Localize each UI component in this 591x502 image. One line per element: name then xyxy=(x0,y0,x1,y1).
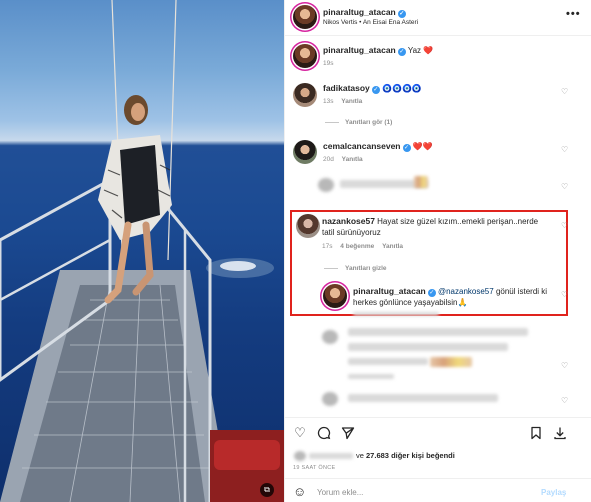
comment-age[interactable]: 17s xyxy=(322,243,332,250)
verified-icon: ✓ xyxy=(371,86,380,94)
blurred-text xyxy=(348,394,498,402)
download-icon[interactable] xyxy=(553,426,567,440)
comment-avatar[interactable] xyxy=(296,214,320,238)
more-icon[interactable]: ••• xyxy=(566,8,581,20)
comment-text: 🧿🧿🧿🧿 xyxy=(382,84,422,93)
blurred-text xyxy=(348,343,508,351)
emoji-icon[interactable]: ☺ xyxy=(293,485,306,499)
comment-meta: 20d Yanıtla xyxy=(323,156,363,163)
blurred-avatar xyxy=(294,451,306,461)
caption-avatar[interactable] xyxy=(293,44,317,68)
comment-text: ❤️❤️ xyxy=(412,142,433,151)
heart-icon[interactable]: ♡ xyxy=(561,362,569,370)
heart-icon[interactable]: ♡ xyxy=(561,222,569,230)
reply-button[interactable]: Yanıtla xyxy=(382,243,403,250)
input-divider xyxy=(284,478,591,479)
reply-button[interactable]: Yanıtla xyxy=(341,98,362,105)
post-viewer: ⧉ pinaraltug_atacan ✓ Nikos Vertis • An E… xyxy=(0,0,591,502)
likes-summary[interactable]: ve 27.683 diğer kişi beğendi xyxy=(356,451,455,460)
comment-input[interactable]: Yorum ekle... xyxy=(317,488,363,497)
blurred-avatar xyxy=(318,178,334,192)
likes-count[interactable]: 27.683 xyxy=(366,451,389,460)
post-time[interactable]: 19 SAAT ÖNCE xyxy=(293,465,336,471)
header-username[interactable]: pinaraltug_atacan ✓ xyxy=(323,7,406,18)
replies-line xyxy=(325,122,339,123)
bookmark-icon[interactable] xyxy=(529,426,543,440)
comment-meta: 13s Yanıtla xyxy=(323,98,362,105)
blurred-avatar xyxy=(322,330,338,344)
comment-age[interactable]: 13s xyxy=(323,98,333,105)
comment-1: fadikatasoy ✓ 🧿🧿🧿🧿 xyxy=(323,83,422,94)
view-replies-button[interactable]: Yanıtları gör (1) xyxy=(345,119,392,126)
caption-username[interactable]: pinaraltug_atacan xyxy=(323,45,396,55)
caption: pinaraltug_atacan ✓ Yaz ❤️ xyxy=(323,45,433,56)
header-divider xyxy=(284,35,591,36)
comment-2: cemalcancanseven ✓ ❤️❤️ xyxy=(323,141,433,152)
header-username-text[interactable]: pinaraltug_atacan xyxy=(323,7,396,17)
blurred-meta xyxy=(348,374,394,379)
heart-icon[interactable]: ♡ xyxy=(293,426,307,440)
heart-icon[interactable]: ♡ xyxy=(561,183,569,191)
likes-connector: ve xyxy=(356,451,364,460)
boat-scene xyxy=(0,0,284,502)
comment-meta: 17s 4 beğenme Yanıtla xyxy=(322,243,403,250)
caption-age[interactable]: 19s xyxy=(323,60,333,67)
comment-age[interactable]: 20d xyxy=(323,156,334,163)
multi-media-icon[interactable]: ⧉ xyxy=(260,483,274,497)
comment-username[interactable]: nazankose57 xyxy=(322,216,375,226)
heart-icon[interactable]: ♡ xyxy=(561,146,569,154)
comment-avatar[interactable] xyxy=(293,140,317,164)
caption-text: Yaz xyxy=(407,46,422,55)
comment-username[interactable]: pinaraltug_atacan xyxy=(353,286,426,296)
blurred-meta xyxy=(353,312,439,316)
blurred-emoji xyxy=(430,357,472,367)
blurred-text xyxy=(309,453,353,459)
share-icon[interactable] xyxy=(341,426,355,440)
verified-icon: ✓ xyxy=(402,144,411,152)
heart-icon[interactable]: ♡ xyxy=(561,291,569,299)
blurred-emoji xyxy=(414,176,428,188)
author-avatar[interactable] xyxy=(293,5,317,29)
verified-icon: ✓ xyxy=(427,289,436,297)
hide-replies-button[interactable]: Yanıtları gizle xyxy=(345,265,387,272)
reply-avatar[interactable] xyxy=(323,284,347,308)
blurred-text xyxy=(348,328,528,336)
comment-3: nazankose57 Hayat size güzel kızım..emek… xyxy=(322,216,552,238)
blurred-text xyxy=(348,358,428,365)
verified-icon: ✓ xyxy=(397,48,406,56)
blurred-avatar xyxy=(322,392,338,406)
comment-4: pinaraltug_atacan ✓ @nazankose57 gönül is… xyxy=(353,286,549,308)
comment-username[interactable]: cemalcancanseven xyxy=(323,141,401,151)
comment-username[interactable]: fadikatasoy xyxy=(323,83,370,93)
comment-avatar[interactable] xyxy=(293,83,317,107)
post-photo[interactable]: ⧉ xyxy=(0,0,284,502)
mention-link[interactable]: @nazankose57 xyxy=(438,287,494,296)
reply-button[interactable]: Yanıtla xyxy=(342,156,363,163)
actions-divider xyxy=(284,417,591,418)
replies-line xyxy=(324,268,338,269)
audio-label[interactable]: Nikos Vertis • An Eisai Ena Asteri xyxy=(323,19,418,26)
likes-suffix[interactable]: diğer kişi beğendi xyxy=(391,451,455,460)
heart-icon[interactable]: ♡ xyxy=(561,397,569,405)
caption-emoji: ❤️ xyxy=(423,46,434,55)
likes-button[interactable]: 4 beğenme xyxy=(340,243,374,250)
verified-icon: ✓ xyxy=(397,10,406,18)
heart-icon[interactable]: ♡ xyxy=(561,88,569,96)
comment-icon[interactable] xyxy=(317,426,331,440)
post-button[interactable]: Paylaş xyxy=(541,488,566,497)
